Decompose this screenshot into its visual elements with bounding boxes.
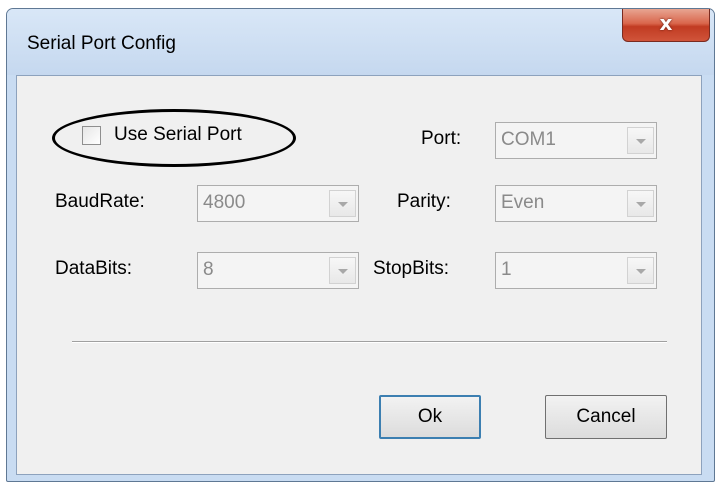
close-icon: x — [659, 11, 673, 35]
stopbits-value: 1 — [501, 259, 512, 280]
close-button[interactable]: x — [622, 9, 710, 42]
baudrate-value: 4800 — [203, 192, 246, 213]
stopbits-label: StopBits: — [373, 258, 450, 279]
chevron-down-icon[interactable] — [627, 257, 654, 284]
parity-label: Parity: — [397, 191, 451, 212]
chevron-down-icon[interactable] — [627, 127, 654, 154]
port-dropdown[interactable]: COM1 — [495, 122, 657, 159]
chevron-down-icon[interactable] — [627, 190, 654, 217]
parity-dropdown[interactable]: Even — [495, 185, 657, 222]
chevron-down-icon[interactable] — [329, 190, 356, 217]
parity-value: Even — [501, 192, 545, 213]
baudrate-dropdown[interactable]: 4800 — [197, 185, 359, 222]
dialog-title: Serial Port Config — [27, 33, 176, 54]
ok-button[interactable]: Ok — [379, 395, 481, 439]
baudrate-label: BaudRate: — [55, 191, 145, 212]
title-bar[interactable]: Serial Port Config — [7, 9, 714, 75]
port-label: Port: — [421, 128, 462, 149]
dialog-body: Use Serial Port Port: COM1 BaudRate: 480… — [16, 75, 702, 475]
stopbits-dropdown[interactable]: 1 — [495, 252, 657, 289]
port-value: COM1 — [501, 129, 556, 150]
serial-port-config-dialog: Serial Port Config x Use Serial Port Por… — [6, 8, 715, 482]
databits-value: 8 — [203, 259, 214, 280]
cancel-button[interactable]: Cancel — [545, 395, 667, 439]
databits-dropdown[interactable]: 8 — [197, 252, 359, 289]
separator-line — [72, 341, 667, 343]
databits-label: DataBits: — [55, 258, 133, 279]
chevron-down-icon[interactable] — [329, 257, 356, 284]
highlight-ellipse — [52, 109, 296, 167]
